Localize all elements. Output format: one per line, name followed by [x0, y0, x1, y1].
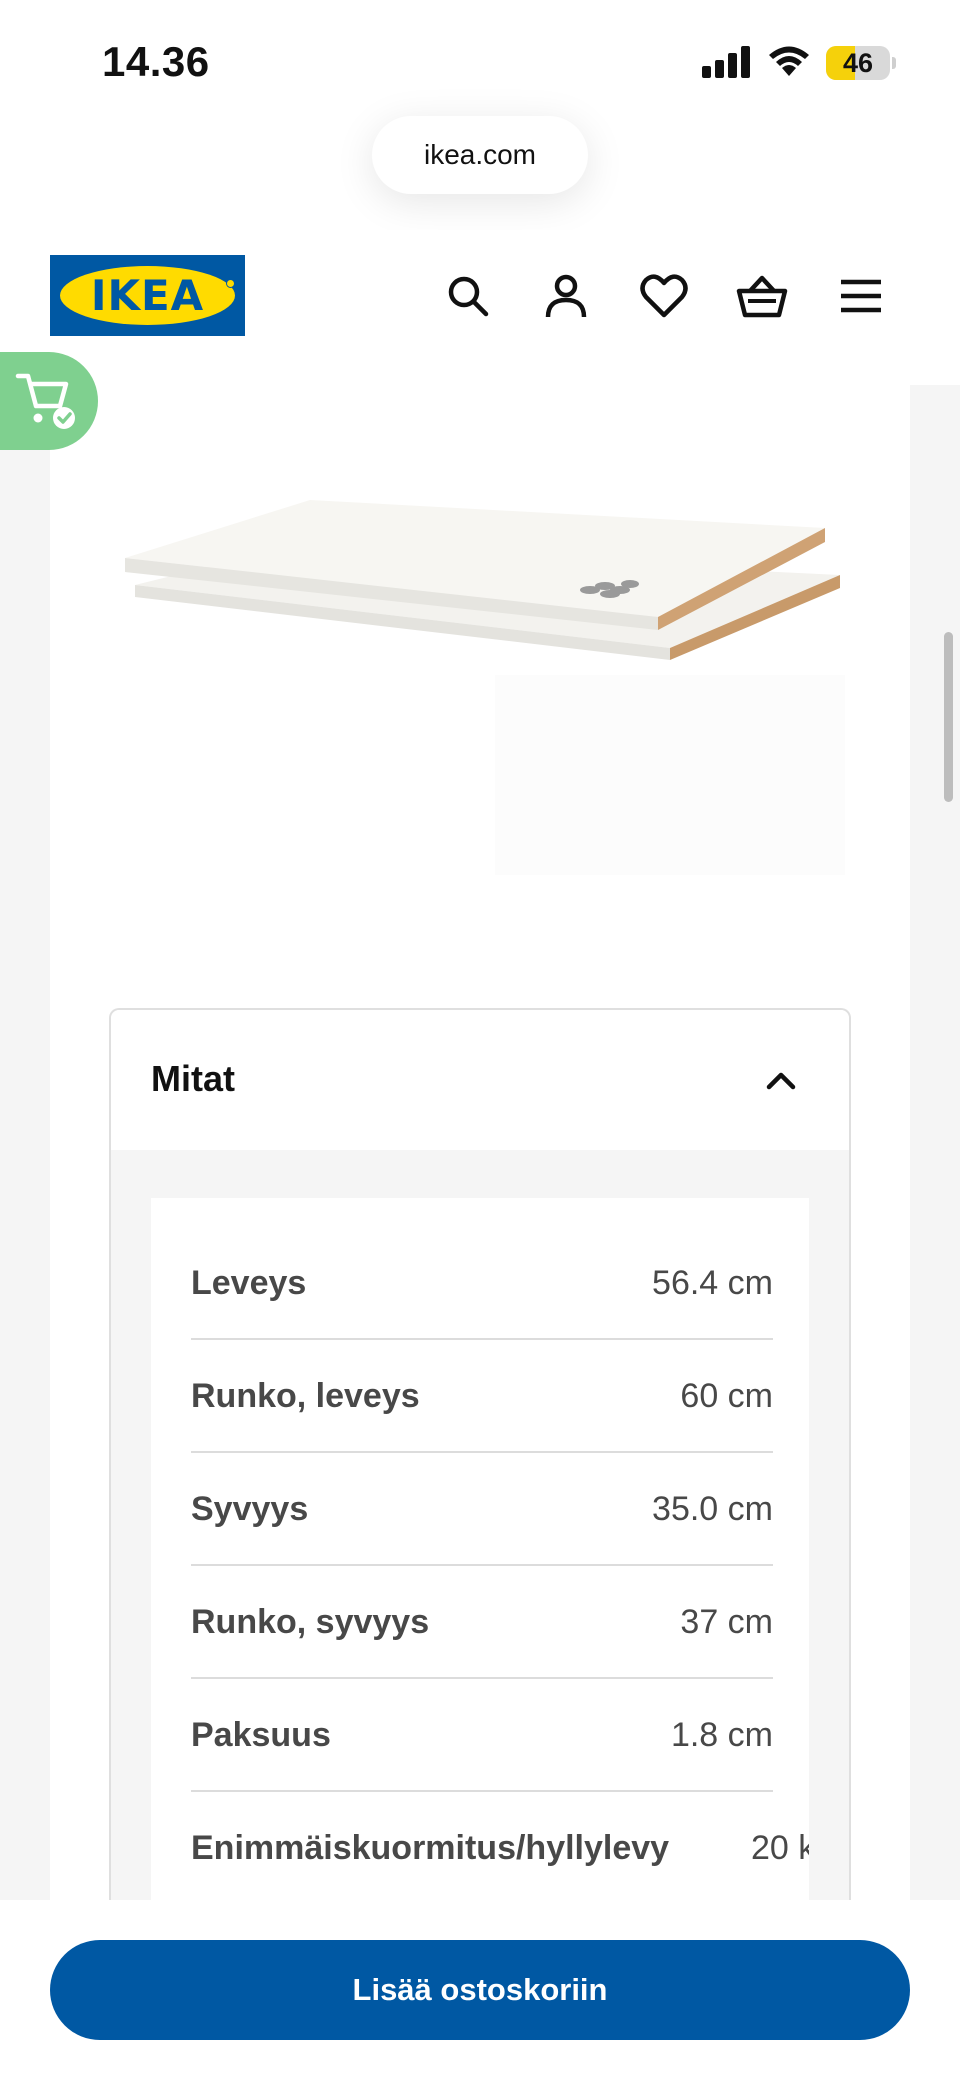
sticky-bottom-bar: Lisää ostoskoriin	[0, 1900, 960, 2078]
spec-row: Leveys 56.4 cm	[191, 1227, 773, 1340]
dimensions-table: Leveys 56.4 cm Runko, leveys 60 cm Syvyy…	[151, 1198, 809, 1908]
add-to-cart-button[interactable]: Lisää ostoskoriin	[50, 1940, 910, 2040]
spec-value: 1.8 cm	[670, 1716, 773, 1754]
cart-check-icon	[15, 373, 75, 429]
spec-label: Leveys	[191, 1264, 307, 1302]
spec-value: 35.0 cm	[652, 1490, 773, 1528]
menu-icon[interactable]	[833, 268, 889, 324]
ikea-logo[interactable]: IKEA	[50, 255, 245, 336]
cart-notification-tab[interactable]	[0, 352, 98, 450]
left-gutter	[0, 450, 50, 1900]
spec-label: Runko, leveys	[191, 1377, 420, 1415]
url-text: ikea.com	[423, 139, 537, 170]
signal-icon	[702, 46, 752, 78]
battery-level: 46	[842, 48, 874, 78]
logo-wordmark: IKEA	[90, 271, 205, 320]
spec-row: Syvyys 35.0 cm	[191, 1453, 773, 1566]
spec-row: Paksuus 1.8 cm	[191, 1679, 773, 1792]
spec-value: 60 cm	[680, 1377, 773, 1415]
spec-label: Enimmäiskuormitus/hyllylevy	[191, 1829, 670, 1867]
spec-value: 56.4 cm	[652, 1264, 773, 1302]
accordion-header[interactable]: Mitat	[111, 1010, 849, 1150]
battery-icon: 46	[826, 46, 896, 80]
spec-row: Enimmäiskuormitus/hyllylevy 20 k	[191, 1792, 809, 1905]
accordion-title: Mitat	[151, 1058, 235, 1099]
wifi-icon	[769, 46, 809, 76]
spec-row: Runko, leveys 60 cm	[191, 1340, 773, 1453]
basket-icon[interactable]	[734, 268, 790, 324]
status-bar: 14.36 46	[0, 0, 960, 110]
site-header: IKEA	[0, 230, 960, 360]
scroll-track	[910, 385, 960, 1900]
dimensions-accordion: Mitat Leveys 56.4 cm Runko, leveys 60 cm…	[109, 1008, 851, 1908]
scrollbar[interactable]	[944, 632, 953, 802]
status-time: 14.36	[102, 38, 210, 85]
heart-icon[interactable]	[636, 268, 692, 324]
product-image	[125, 500, 845, 875]
spec-value: 37 cm	[680, 1603, 773, 1641]
account-icon[interactable]	[538, 268, 594, 324]
spec-value: 20 k	[751, 1829, 809, 1867]
url-bar[interactable]: ikea.com	[372, 116, 588, 194]
spec-label: Runko, syvyys	[191, 1603, 430, 1641]
add-to-cart-label: Lisää ostoskoriin	[352, 1972, 608, 2007]
spec-label: Paksuus	[191, 1716, 331, 1754]
search-icon[interactable]	[440, 268, 496, 324]
chevron-up-icon[interactable]	[761, 1060, 801, 1100]
spec-row: Runko, syvyys 37 cm	[191, 1566, 773, 1679]
spec-label: Syvyys	[191, 1490, 309, 1528]
